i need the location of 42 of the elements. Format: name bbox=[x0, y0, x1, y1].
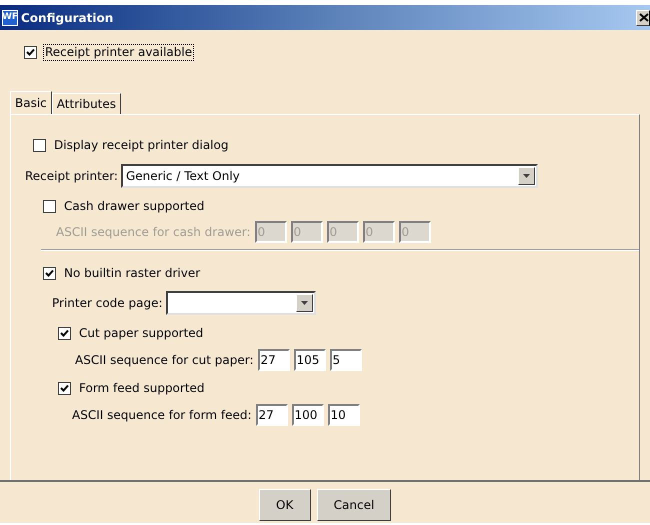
checkbox[interactable] bbox=[33, 139, 46, 152]
receipt-printer-dropdown[interactable]: Generic / Text Only bbox=[120, 164, 538, 188]
field-label: ASCII sequence for cash drawer: bbox=[56, 224, 251, 241]
field-label: Receipt printer: bbox=[25, 168, 118, 185]
dropdown-value: Generic / Text Only bbox=[126, 168, 240, 185]
check-icon bbox=[26, 48, 35, 57]
code-page-dropdown[interactable] bbox=[166, 291, 316, 315]
checkbox-label: Form feed supported bbox=[78, 380, 206, 397]
dialog-button[interactable]: OK bbox=[258, 489, 311, 521]
field-label: ASCII sequence for cut paper: bbox=[75, 352, 254, 369]
window-title: Configuration bbox=[21, 10, 114, 26]
input-field[interactable]: 105 bbox=[294, 349, 326, 371]
checkbox[interactable] bbox=[58, 382, 71, 395]
checkbox-label: No builtin raster driver bbox=[63, 265, 202, 282]
input-field[interactable]: 27 bbox=[256, 404, 288, 426]
close-button[interactable] bbox=[636, 10, 650, 26]
checkbox[interactable] bbox=[24, 46, 37, 59]
checkbox[interactable] bbox=[43, 267, 56, 280]
checkbox-label: Receipt printer available bbox=[43, 44, 194, 61]
input-field[interactable]: 27 bbox=[258, 349, 290, 371]
checkbox-label: Cash drawer supported bbox=[63, 198, 206, 215]
input-field[interactable]: 5 bbox=[330, 349, 362, 371]
input-field[interactable]: 100 bbox=[292, 404, 324, 426]
caret-icon bbox=[522, 174, 530, 178]
caret-icon bbox=[300, 301, 308, 305]
field-label: ASCII sequence for form feed: bbox=[72, 407, 252, 424]
dropdown-button[interactable] bbox=[296, 294, 313, 312]
tab[interactable]: Basic bbox=[10, 91, 52, 114]
checkbox[interactable] bbox=[58, 327, 71, 340]
check-icon bbox=[60, 329, 69, 338]
check-icon bbox=[45, 269, 54, 278]
check-icon bbox=[60, 384, 69, 393]
field-label: Printer code page: bbox=[52, 295, 163, 312]
checkbox-label: Display receipt printer dialog bbox=[53, 137, 230, 154]
dialog-button[interactable]: Cancel bbox=[316, 489, 392, 521]
input-field[interactable]: 10 bbox=[328, 404, 360, 426]
checkbox-label: Cut paper supported bbox=[78, 325, 204, 342]
checkbox[interactable] bbox=[43, 200, 56, 213]
app-logo: WF bbox=[2, 10, 18, 26]
close-icon bbox=[639, 13, 649, 22]
dropdown-button[interactable] bbox=[518, 167, 535, 185]
tab[interactable]: Attributes bbox=[52, 93, 122, 114]
